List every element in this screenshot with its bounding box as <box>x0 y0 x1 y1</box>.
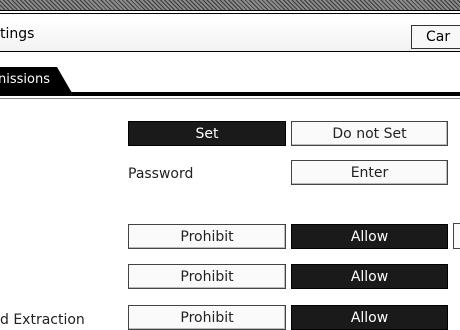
tab-label: nissions <box>0 72 50 87</box>
tab-permissions[interactable]: nissions <box>0 67 72 93</box>
row3-prohibit-button[interactable]: Prohibit <box>128 305 286 330</box>
tab-underline <box>0 92 460 96</box>
do-not-set-button[interactable]: Do not Set <box>291 121 448 146</box>
row2-allow-button[interactable]: Allow <box>291 264 448 289</box>
partial-edge-button[interactable] <box>453 223 460 249</box>
password-enter-button[interactable]: Enter <box>291 160 448 185</box>
title-bar: tings <box>0 20 460 52</box>
divider <box>0 98 460 99</box>
divider <box>0 13 460 14</box>
top-pattern-strip <box>0 0 460 10</box>
row2-prohibit-button[interactable]: Prohibit <box>128 264 286 289</box>
tab-bar: nissions <box>0 54 460 96</box>
set-button[interactable]: Set <box>128 121 286 146</box>
row3-label: d Extraction <box>0 312 85 328</box>
password-label: Password <box>128 166 194 182</box>
row3-allow-button[interactable]: Allow <box>291 305 448 330</box>
row1-prohibit-button[interactable]: Prohibit <box>128 224 286 249</box>
page-title: tings <box>0 26 35 42</box>
row1-allow-button[interactable]: Allow <box>291 224 448 249</box>
divider <box>0 10 460 11</box>
cancel-button[interactable]: Car <box>411 25 460 49</box>
